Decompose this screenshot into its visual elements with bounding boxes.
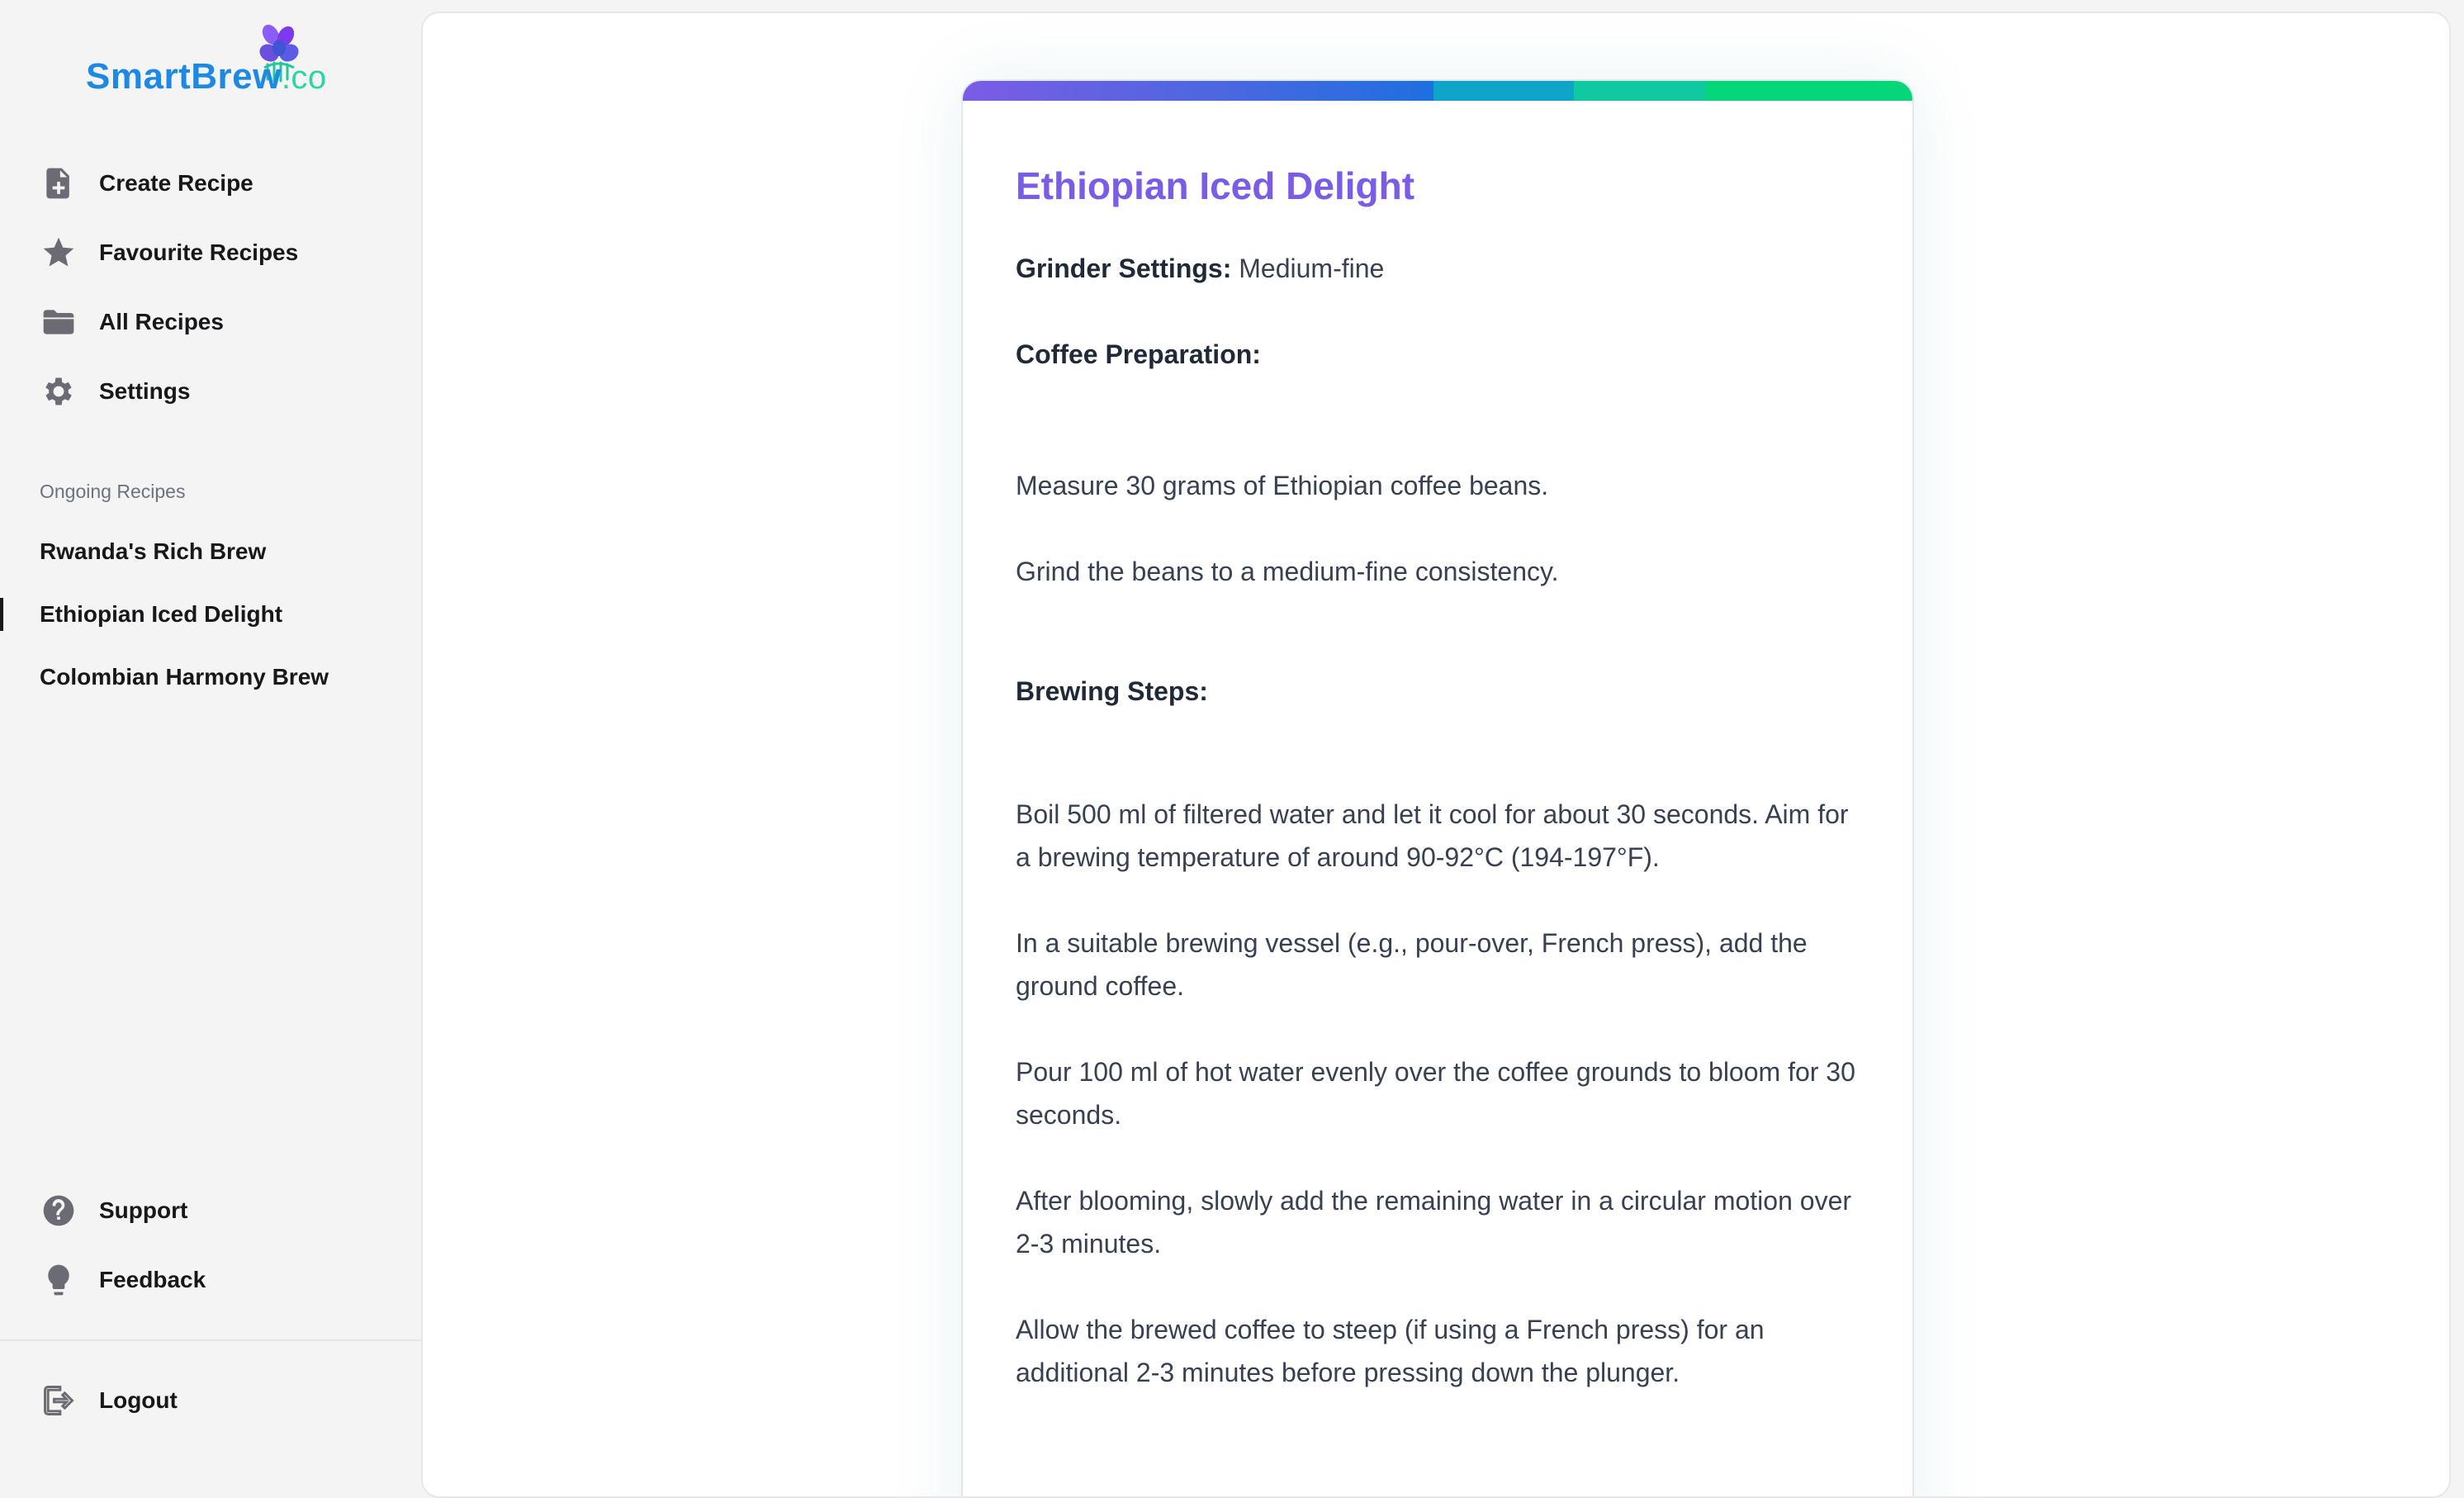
- main-nav: Create Recipe Favourite Recipes All Reci…: [0, 149, 421, 426]
- nav-item-label: Support: [99, 1197, 188, 1223]
- file-plus-icon: [40, 164, 78, 202]
- ongoing-recipe-colombian-harmony-brew[interactable]: Colombian Harmony Brew: [0, 646, 421, 709]
- brew-step: Allow the brewed coffee to steep (if usi…: [1016, 1315, 1765, 1387]
- ongoing-recipes-heading: Ongoing Recipes: [40, 481, 186, 502]
- ongoing-recipe-rwandas-rich-brew[interactable]: Rwanda's Rich Brew: [0, 520, 421, 583]
- sidebar: SmartBrew.co Create Recipe Favourite Rec…: [0, 0, 421, 1460]
- main-content: Ethiopian Iced Delight Grinder Settings:…: [421, 12, 2451, 1498]
- sidebar-divider: [0, 1339, 421, 1341]
- nav-item-label: Feedback: [99, 1267, 206, 1292]
- grinder-settings: Grinder Settings: Medium-fine: [1016, 251, 1866, 286]
- recipe-body: Ethiopian Iced Delight Grinder Settings:…: [1016, 162, 1866, 1394]
- nav-item-support[interactable]: Support: [0, 1176, 421, 1245]
- card-accent-bar: [963, 81, 1912, 101]
- ongoing-recipes-list: Rwanda's Rich Brew Ethiopian Iced Deligh…: [0, 520, 421, 709]
- brewing-steps-heading: Brewing Steps:: [1016, 676, 1208, 706]
- nav-item-label: All Recipes: [99, 309, 224, 334]
- secondary-nav: Support Feedback: [0, 1176, 421, 1315]
- brew-step: After blooming, slowly add the remaining…: [1016, 1186, 1852, 1259]
- logout-icon: [40, 1382, 78, 1420]
- coffee-preparation-heading: Coffee Preparation:: [1016, 339, 1261, 369]
- nav-item-feedback[interactable]: Feedback: [0, 1245, 421, 1315]
- recipe-title: Ethiopian Iced Delight: [1016, 164, 1415, 207]
- gear-icon: [40, 372, 78, 410]
- logout-button[interactable]: Logout: [0, 1366, 421, 1435]
- brand-logo[interactable]: SmartBrew.co: [86, 23, 342, 102]
- brand-name: SmartBrew: [86, 56, 282, 97]
- nav-item-settings[interactable]: Settings: [0, 357, 421, 426]
- logout-section: Logout: [0, 1366, 421, 1435]
- nav-item-create-recipe[interactable]: Create Recipe: [0, 149, 421, 218]
- nav-item-all-recipes[interactable]: All Recipes: [0, 287, 421, 357]
- brew-step: Boil 500 ml of filtered water and let it…: [1016, 799, 1849, 872]
- nav-item-label: Settings: [99, 378, 191, 404]
- grinder-settings-label: Grinder Settings:: [1016, 254, 1232, 283]
- brand-wordmark: SmartBrew.co: [86, 56, 327, 97]
- nav-item-label: Favourite Recipes: [99, 239, 299, 265]
- brew-step: Pour 100 ml of hot water evenly over the…: [1016, 1057, 1855, 1130]
- prep-step: Measure 30 grams of Ethiopian coffee bea…: [1016, 471, 1549, 500]
- recipe-card: Ethiopian Iced Delight Grinder Settings:…: [963, 81, 1912, 1496]
- logout-label: Logout: [99, 1387, 178, 1413]
- ongoing-recipe-ethiopian-iced-delight[interactable]: Ethiopian Iced Delight: [0, 583, 421, 646]
- brand-suffix: .co: [281, 59, 327, 96]
- nav-item-label: Create Recipe: [99, 170, 254, 196]
- nav-item-favourite-recipes[interactable]: Favourite Recipes: [0, 218, 421, 287]
- lightbulb-icon: [40, 1261, 78, 1299]
- question-circle-icon: [40, 1192, 78, 1230]
- star-icon: [40, 234, 78, 272]
- brew-step: In a suitable brewing vessel (e.g., pour…: [1016, 928, 1808, 1001]
- grinder-settings-value: Medium-fine: [1239, 254, 1385, 283]
- prep-step: Grind the beans to a medium-fine consist…: [1016, 557, 1559, 586]
- folder-icon: [40, 303, 78, 341]
